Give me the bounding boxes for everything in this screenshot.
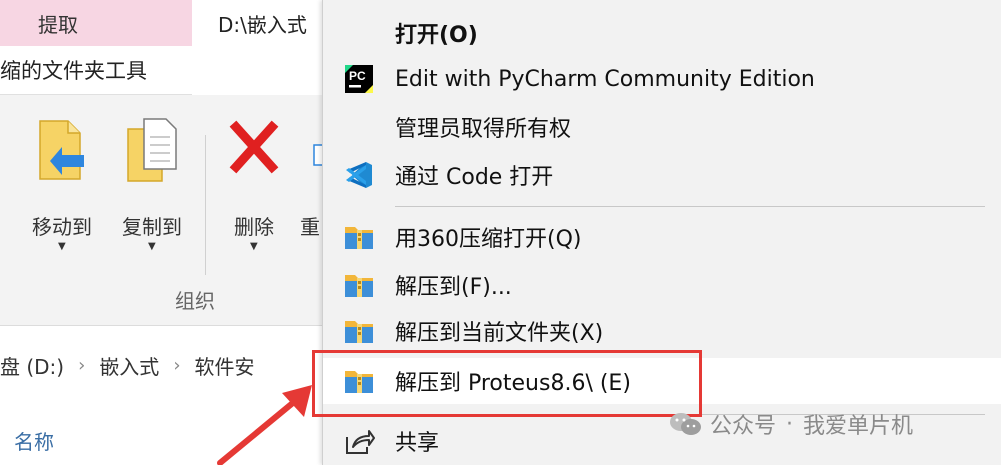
compressed-folder-tools-tab[interactable]: 缩的文件夹工具	[0, 46, 192, 95]
menu-item-extract-here[interactable]: 解压到当前文件夹(X)	[323, 308, 1001, 354]
ribbon-divider	[205, 135, 206, 275]
pycharm-icon: PC	[345, 65, 373, 93]
menu-item-edit-with-pycharm-label: Edit with PyCharm Community Edition	[395, 66, 815, 92]
watermark-text-2: 我爱单片机	[803, 414, 914, 439]
menu-item-open-with-360zip-label: 用360压缩打开(Q)	[395, 227, 582, 252]
menu-item-share-label: 共享	[395, 431, 440, 456]
delete-dropdown-arrow[interactable]: ▼	[250, 241, 258, 252]
breadcrumb-drive[interactable]: 盘 (D:)	[0, 351, 64, 380]
column-header-name[interactable]: 名称	[14, 426, 54, 455]
archive-icon	[345, 321, 373, 343]
watermark: 公众号 · 我爱单片机	[668, 408, 913, 440]
archive-icon	[345, 227, 373, 249]
ribbon-panel: 移动到 ▼ 复制到 ▼ 删除 ▼ 重 组织	[0, 95, 332, 326]
menu-item-open-with-code-label: 通过 Code 打开	[395, 165, 554, 190]
menu-item-take-ownership[interactable]: 管理员取得所有权	[323, 104, 1001, 150]
menu-item-extract-here-label: 解压到当前文件夹(X)	[395, 321, 604, 346]
ribbon-tab-extract[interactable]: 提取	[0, 0, 192, 46]
ribbon-tab-extract-label: 提取	[38, 12, 78, 37]
window-title-path: D:\嵌入式	[192, 0, 332, 46]
organize-group-label: 组织	[175, 289, 215, 313]
menu-item-extract-to-label: 解压到(F)...	[395, 275, 512, 300]
menu-item-take-ownership-label: 管理员取得所有权	[395, 117, 572, 142]
compressed-folder-tools-label: 缩的文件夹工具	[0, 59, 147, 83]
menu-item-extract-to[interactable]: 解压到(F)...	[323, 262, 1001, 308]
red-arrow-icon	[217, 385, 312, 465]
move-to-label: 移动到	[32, 215, 92, 239]
menu-item-open[interactable]: 打开(O)	[323, 10, 1001, 56]
breadcrumb-chevron-icon[interactable]: ›	[78, 355, 85, 376]
menu-separator	[395, 206, 985, 207]
menu-item-edit-with-pycharm[interactable]: PC Edit with PyCharm Community Edition	[323, 56, 1001, 102]
menu-item-open-label: 打开(O)	[395, 23, 478, 48]
breadcrumb-folder-1[interactable]: 嵌入式	[99, 351, 159, 380]
vscode-icon	[346, 162, 372, 188]
window-title-path-text: D:\嵌入式	[218, 12, 307, 37]
copy-to-icon	[127, 118, 177, 182]
delete-x-icon	[229, 120, 279, 174]
highlight-box	[312, 350, 702, 417]
menu-item-open-with-360zip[interactable]: 用360压缩打开(Q)	[323, 214, 1001, 260]
watermark-dot: ·	[786, 411, 794, 437]
move-to-dropdown-arrow[interactable]: ▼	[58, 241, 66, 252]
watermark-text-1: 公众号	[710, 414, 777, 439]
move-to-icon	[39, 120, 84, 180]
wechat-icon	[670, 413, 701, 435]
svg-text:PC: PC	[349, 69, 366, 83]
share-icon	[346, 430, 375, 454]
breadcrumb-chevron-icon[interactable]: ›	[173, 355, 180, 376]
archive-icon	[345, 275, 373, 297]
copy-to-dropdown-arrow[interactable]: ▼	[148, 241, 156, 252]
copy-to-label: 复制到	[122, 215, 182, 239]
menu-item-open-with-code[interactable]: 通过 Code 打开	[323, 152, 1001, 198]
delete-label: 删除	[234, 215, 274, 239]
